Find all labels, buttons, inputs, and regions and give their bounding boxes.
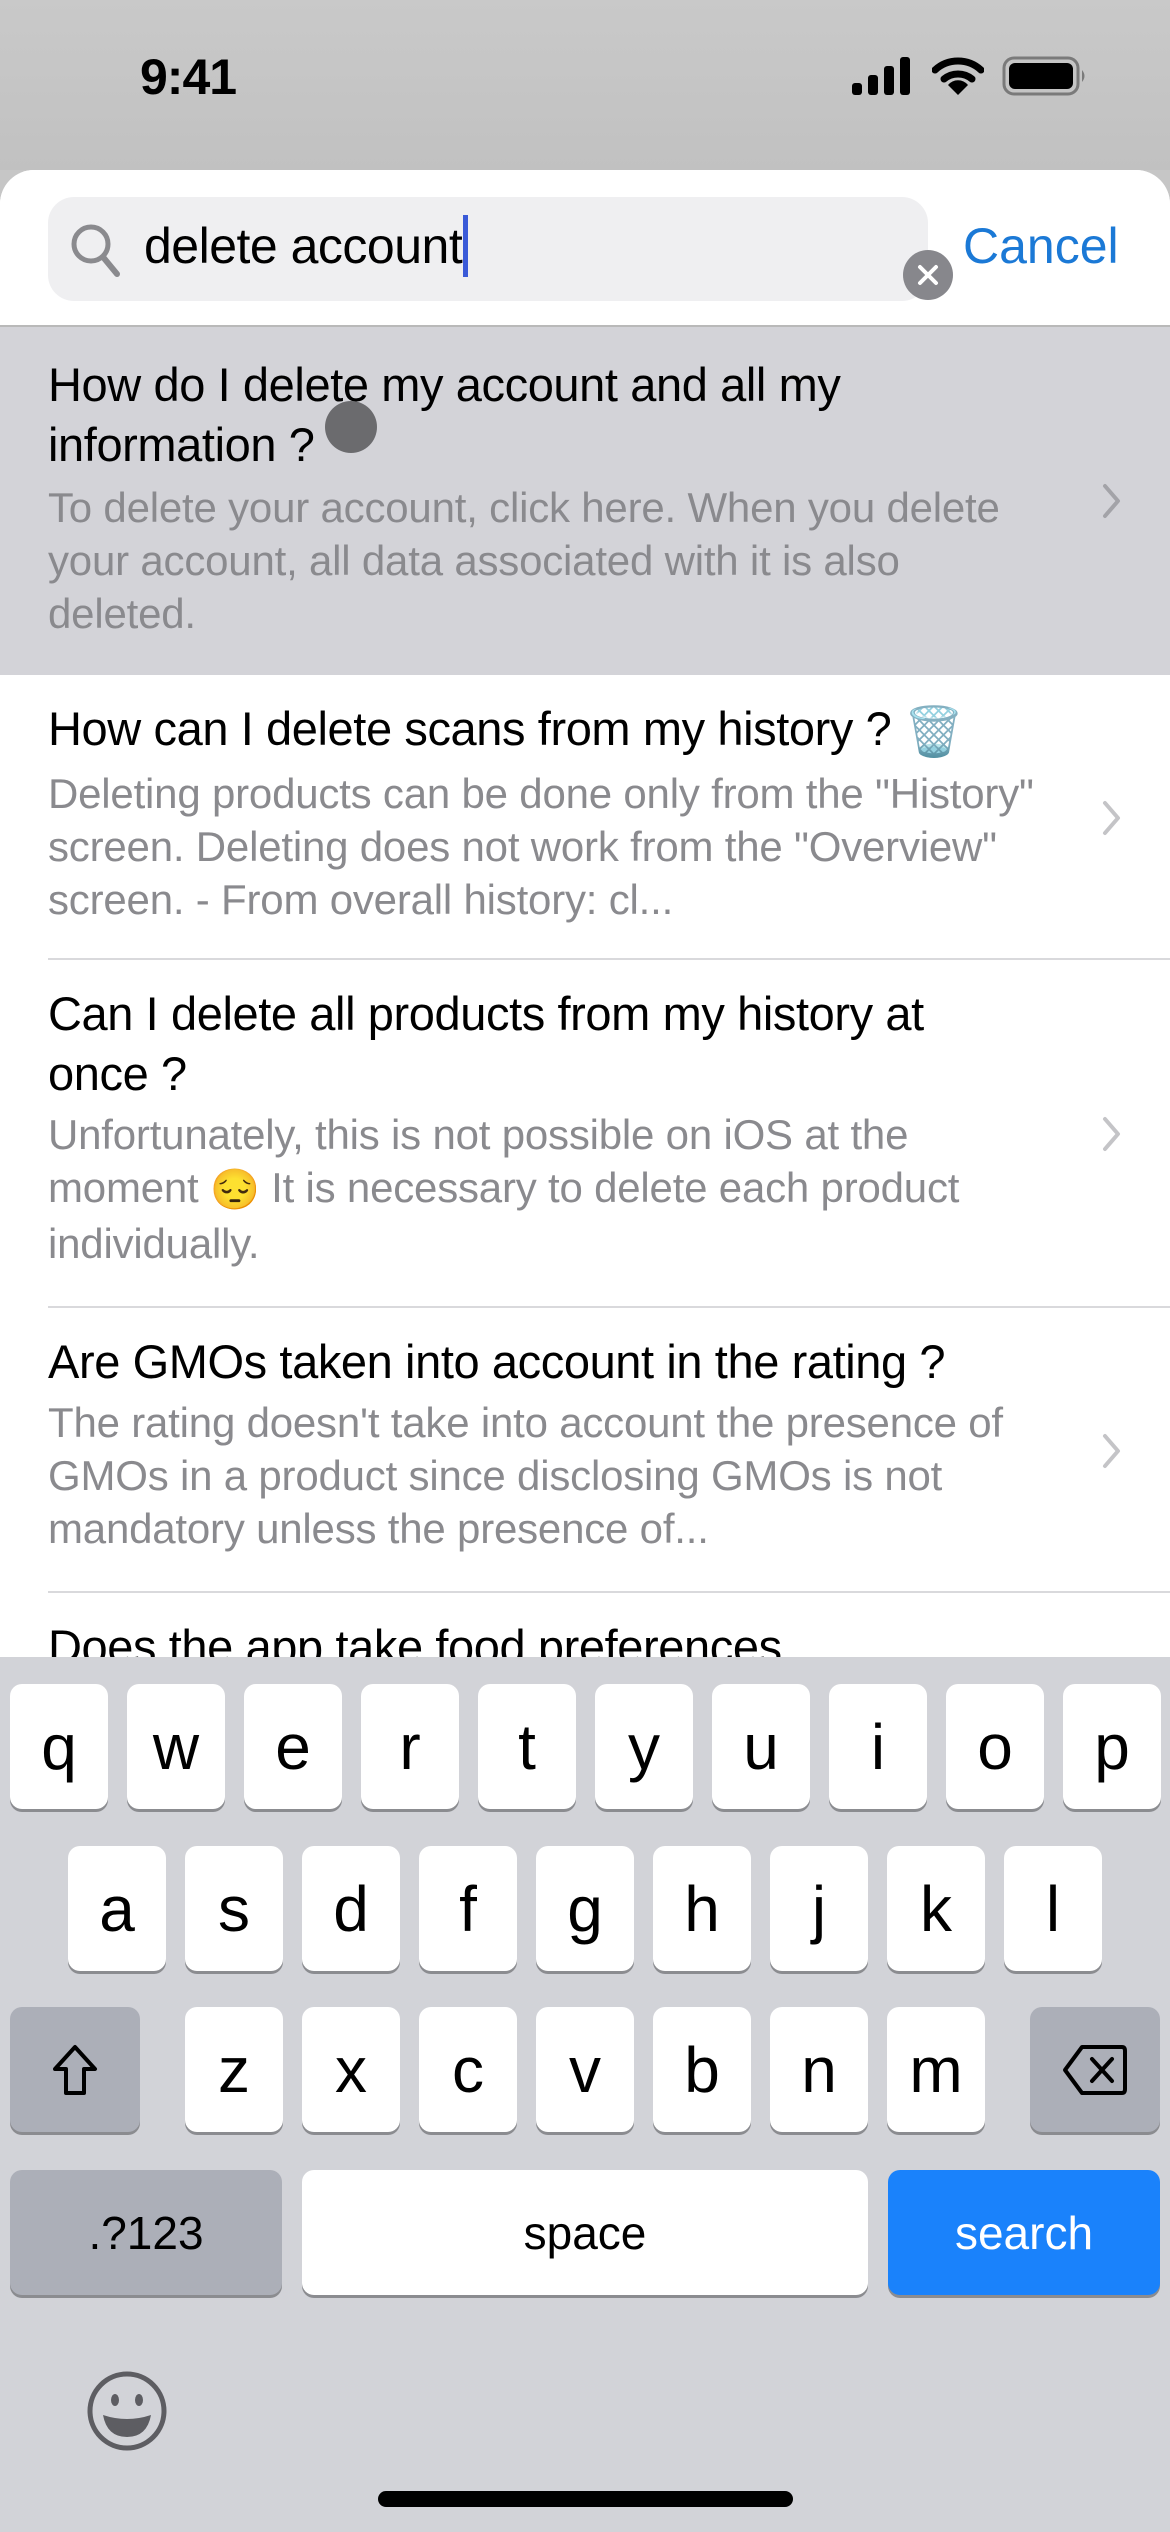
faq-title-text: How do I delete my account and all my in… (48, 358, 841, 471)
key-c[interactable]: c (419, 2007, 517, 2132)
faq-title: Are GMOs taken into account in the ratin… (48, 1335, 946, 1388)
chevron-right-icon (1103, 800, 1120, 835)
faq-title: How do I delete my account and all my in… (48, 355, 1040, 475)
key-t[interactable]: t (478, 1684, 576, 1809)
numbers-key[interactable]: .?123 (10, 2170, 282, 2295)
key-f[interactable]: f (419, 1846, 517, 1971)
faq-title: How can I delete scans from my history ?… (48, 699, 1040, 763)
faq-answer: Deleting products can be done only from … (48, 769, 1034, 923)
status-bar: 9:41 (0, 0, 1170, 170)
search-key[interactable]: search (888, 2170, 1160, 2295)
key-g[interactable]: g (536, 1846, 634, 1971)
faq-search-sheet: delete account Cancel How do I delete my… (0, 170, 1170, 1660)
faq-title: Can I delete all products from my histor… (48, 987, 924, 1100)
wifi-icon (932, 57, 984, 95)
emoji-smiley-icon (87, 2371, 167, 2451)
key-n[interactable]: n (770, 2007, 868, 2132)
shift-arrow-icon (53, 2044, 97, 2095)
chevron-right-icon (1103, 484, 1120, 518)
key-a[interactable]: a (68, 1846, 166, 1971)
faq-results-list: How do I delete my account and all my in… (0, 327, 1170, 1660)
faq-title-text: How can I delete scans from my history ? (48, 702, 892, 755)
faq-item[interactable]: Are GMOs taken into account in the ratin… (0, 1308, 1170, 1593)
emoji-keyboard-button[interactable] (85, 2369, 169, 2458)
key-p[interactable]: p (1063, 1684, 1161, 1809)
shift-key[interactable] (10, 2007, 140, 2132)
status-time: 9:41 (140, 49, 237, 105)
key-e[interactable]: e (244, 1684, 342, 1809)
key-i[interactable]: i (829, 1684, 927, 1809)
key-h[interactable]: h (653, 1846, 751, 1971)
space-key[interactable]: space (302, 2170, 868, 2295)
magnifier-icon (71, 224, 120, 277)
search-input-value: delete account (144, 218, 463, 274)
key-u[interactable]: u (712, 1684, 810, 1809)
touch-indicator (324, 401, 377, 453)
key-r[interactable]: r (361, 1684, 459, 1809)
key-v[interactable]: v (536, 2007, 634, 2132)
wastebasket-icon: 🗑️ (904, 705, 964, 759)
faq-item[interactable]: Can I delete all products from my histor… (0, 960, 1170, 1308)
key-x[interactable]: x (302, 2007, 400, 2132)
chevron-right-icon (1103, 1433, 1120, 1468)
clear-circle-icon (918, 265, 938, 285)
clear-search-button[interactable] (903, 250, 953, 300)
home-indicator[interactable] (378, 2491, 793, 2507)
key-s[interactable]: s (185, 1846, 283, 1971)
backspace-key[interactable] (1030, 2007, 1160, 2132)
text-caret (463, 214, 469, 277)
key-o[interactable]: o (946, 1684, 1044, 1809)
key-b[interactable]: b (653, 2007, 751, 2132)
faq-answer: Unfortunately, this is not possible on i… (48, 1108, 1040, 1270)
faq-answer: The rating doesn't take into account the… (48, 1399, 1003, 1552)
key-q[interactable]: q (10, 1684, 108, 1809)
backspace-icon (1063, 2044, 1127, 2095)
key-k[interactable]: k (887, 1846, 985, 1971)
cancel-button[interactable]: Cancel (963, 217, 1119, 275)
key-l[interactable]: l (1004, 1846, 1102, 1971)
key-d[interactable]: d (302, 1846, 400, 1971)
cellular-signal-icon (852, 57, 910, 95)
faq-title: Does the app take food preferences (48, 1620, 782, 1660)
key-j[interactable]: j (770, 1846, 868, 1971)
faq-item[interactable]: How can I delete scans from my history ?… (0, 675, 1170, 960)
key-y[interactable]: y (595, 1684, 693, 1809)
key-w[interactable]: w (127, 1684, 225, 1809)
search-header: delete account Cancel (0, 170, 1170, 327)
chevron-right-icon (1103, 1117, 1120, 1151)
faq-item[interactable]: How do I delete my account and all my in… (0, 327, 1170, 675)
status-icons (852, 56, 1088, 96)
key-z[interactable]: z (185, 2007, 283, 2132)
battery-icon (1002, 56, 1085, 96)
search-field[interactable]: delete account (48, 197, 953, 301)
pensive-face-icon: 😔 (210, 1168, 260, 1213)
key-m[interactable]: m (887, 2007, 985, 2132)
keyboard: qwertyuiop asdfghjkl zxcvbnm .?123 space… (0, 1657, 1170, 2532)
search-input[interactable]: delete account (144, 214, 469, 281)
faq-answer: To delete your account, click here. When… (48, 484, 1000, 637)
faq-item[interactable]: Does the app take food preferences (0, 1593, 1170, 1660)
